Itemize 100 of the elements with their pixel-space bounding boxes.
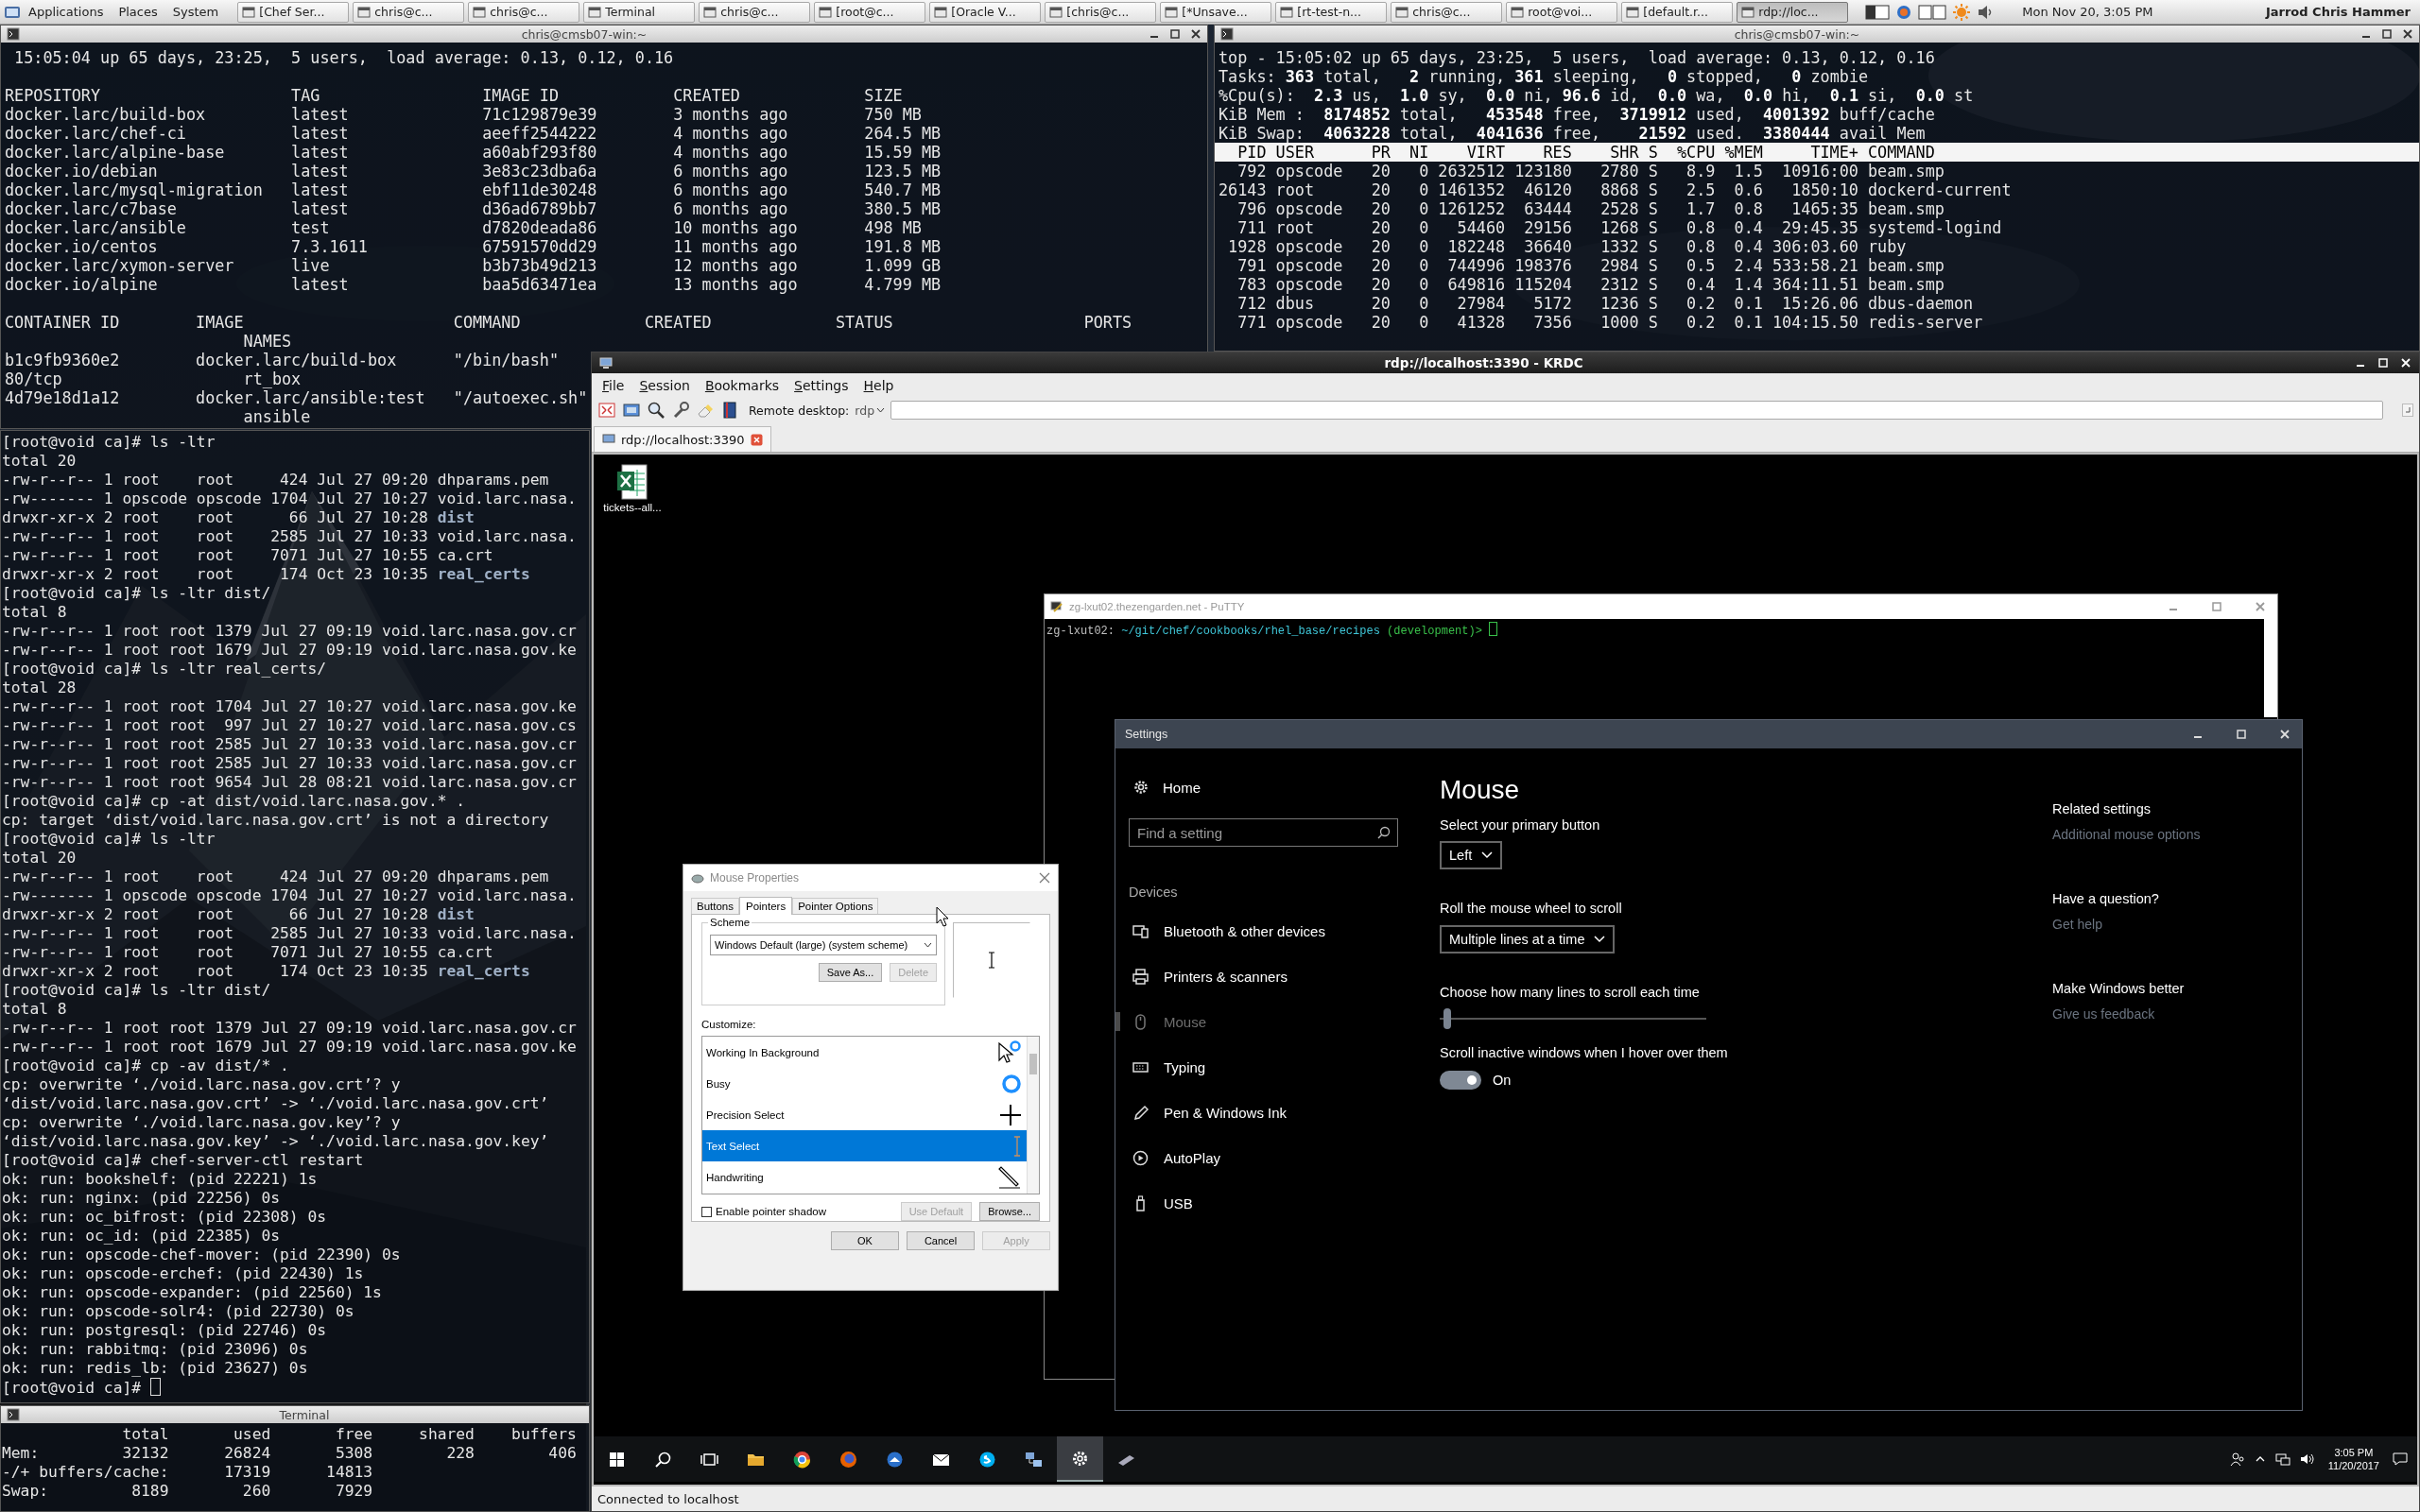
terminal-line: [root@void ca]# cp -av dist/* .: [2, 1057, 289, 1075]
menu-item[interactable]: File: [596, 377, 631, 393]
taskbar-button[interactable]: [1057, 1436, 1103, 1482]
menu-item[interactable]: Places: [111, 5, 165, 19]
link[interactable]: Additional mouse options: [2052, 827, 2201, 844]
spreadsheet-icon[interactable]: [616, 464, 648, 500]
terminal-line: ok: run: opscode-erchef: (pid 22430) 1s: [2, 1264, 364, 1283]
terminal-line: docker.io/centos 7.3.1611 67591570dd29 11 months ago 191.8 MB: [5, 237, 942, 256]
dialog-button[interactable]: Cancel: [907, 1231, 975, 1250]
screenshot-icon[interactable]: [622, 401, 641, 420]
volume-icon[interactable]: [2299, 1452, 2315, 1466]
tab[interactable]: Buttons: [691, 898, 739, 914]
maximize-icon[interactable]: [1169, 28, 1181, 40]
menu-item[interactable]: System: [164, 5, 227, 19]
terminal-line: drwxr-xr-x 2 root root 66 Jul 27 10:28 dist: [2, 508, 475, 527]
close-icon[interactable]: [1190, 28, 1201, 40]
taskbar-button[interactable]: root@voi...: [1506, 1, 1618, 23]
tab[interactable]: rdp://localhost:3390: [594, 426, 771, 452]
address-field[interactable]: [890, 401, 2383, 420]
taskbar-button[interactable]: chris@c...: [353, 1, 465, 23]
nav-item[interactable]: AutoPlay: [1129, 1135, 1412, 1180]
wrench-icon[interactable]: [671, 401, 690, 420]
protocol-dropdown[interactable]: rdp: [855, 403, 886, 418]
link[interactable]: Get help: [2052, 917, 2102, 934]
list-item[interactable]: Handwriting: [702, 1161, 1027, 1193]
terminal-line: ok: run: bookshelf: (pid 22221) 1s: [2, 1170, 318, 1189]
notification-icon[interactable]: [2393, 1452, 2408, 1467]
taskbar-button[interactable]: [Oracle V...: [929, 1, 1042, 23]
dropdown[interactable]: Multiple lines at a time: [1440, 925, 1616, 954]
menu-item[interactable]: Session: [632, 377, 697, 393]
icon-label[interactable]: tickets--all...: [603, 502, 662, 513]
taskbar-button[interactable]: [default.r...: [1621, 1, 1734, 23]
menu-item[interactable]: Applications: [21, 5, 112, 19]
nav-item[interactable]: Printers & scanners: [1129, 954, 1412, 999]
taskbar-button[interactable]: chris@c...: [1391, 1, 1503, 23]
nav-item[interactable]: Bluetooth & other devices: [1129, 908, 1412, 954]
home-link[interactable]: Home: [1129, 777, 1201, 798]
layout-icon[interactable]: [1865, 3, 1891, 21]
taskbar-button[interactable]: chris@c...: [699, 1, 811, 23]
browser-icon[interactable]: [1895, 3, 1913, 21]
search-icon: [1377, 826, 1391, 839]
terminal-line: cp: overwrite ‘./void.larc.nasa.gov.key’? y: [2, 1113, 401, 1132]
list-item[interactable]: Working In Background: [702, 1037, 1027, 1068]
search-field[interactable]: Find a setting: [1129, 818, 1398, 847]
fullscreen-icon[interactable]: [597, 401, 616, 420]
terminal-line: cp: target ‘dist/void.larc.nasa.gov.crt’ is not a directory: [2, 811, 549, 830]
toggle-switch[interactable]: [1440, 1071, 1481, 1090]
taskbar-button[interactable]: [chris@c...: [1045, 1, 1157, 23]
dialog-button[interactable]: OK: [831, 1231, 899, 1250]
terminal-line: KiB Swap: 4063228 total, 4041636 free, 21592 used. 3380444 avail Mem: [1219, 124, 1926, 143]
slider-thumb[interactable]: [1443, 1008, 1452, 1029]
menu-item[interactable]: Help: [856, 377, 901, 393]
dropdown[interactable]: Left: [1440, 841, 1503, 869]
nav-item[interactable]: USB: [1129, 1180, 1412, 1226]
network-icon[interactable]: [2274, 1452, 2290, 1466]
browse-button[interactable]: Browse...: [979, 1202, 1040, 1221]
taskbar-button[interactable]: [rt-test-n...: [1275, 1, 1388, 23]
clock-time[interactable]: 3:05 PM: [2334, 1446, 2374, 1459]
terminal-line: [root@void ca]# ls -ltr: [2, 433, 216, 452]
list-item[interactable]: Text Select: [702, 1130, 1027, 1161]
terminal-line: ok: run: postgresql: (pid 22746) 0s: [2, 1321, 327, 1340]
nav-item[interactable]: Pen & Windows Ink: [1129, 1090, 1412, 1135]
maximize-icon[interactable]: [2381, 28, 2393, 40]
terminal-icon: [1050, 600, 1063, 613]
menu-item[interactable]: Bookmarks: [698, 377, 786, 393]
taskbar-button[interactable]: chris@c...: [468, 1, 580, 23]
section-heading: Related settings: [2052, 801, 2151, 818]
list-item[interactable]: Precision Select: [702, 1099, 1027, 1130]
scrollbar[interactable]: [2264, 619, 2277, 717]
link[interactable]: Give us feedback: [2052, 1006, 2155, 1023]
terminal-line: total 28: [2, 679, 77, 697]
terminal-line: [root@void ca]# ls -ltr: [2, 830, 216, 849]
zoom-icon[interactable]: [647, 401, 666, 420]
terminal-line: ok: run: redis_lb: (pid 23627) 0s: [2, 1359, 308, 1378]
book-icon[interactable]: [720, 401, 739, 420]
taskbar-button[interactable]: rdp://loc...: [1737, 1, 1849, 23]
terminal-line: -/+ buffers/cache: 17319 14813: [2, 1463, 373, 1482]
terminal-line: ok: run: opscode-chef-mover: (pid 22390) 0s: [2, 1246, 401, 1264]
taskbar-button[interactable]: [root@c...: [814, 1, 926, 23]
tab[interactable]: Pointer Options: [792, 898, 879, 914]
clock-date[interactable]: 11/20/2017: [2327, 1459, 2379, 1472]
taskbar-button[interactable]: [*Unsave...: [1160, 1, 1272, 23]
save-as-button[interactable]: Save As...: [818, 963, 883, 982]
menu-item[interactable]: Settings: [787, 377, 856, 393]
nav-item[interactable]: Typing: [1129, 1044, 1412, 1090]
checkbox[interactable]: Enable pointer shadow: [701, 1206, 826, 1217]
user-name[interactable]: Jarrod Chris Hammer: [2265, 5, 2411, 19]
close-icon[interactable]: [2402, 28, 2413, 40]
taskbar-button[interactable]: [Chef Ser...: [237, 1, 350, 23]
tab[interactable]: Pointers: [739, 897, 793, 915]
list-item[interactable]: Busy: [702, 1068, 1027, 1099]
terminal-icon: [7, 1408, 20, 1421]
terminal-line: total 8: [2, 1000, 67, 1019]
people-icon[interactable]: [2229, 1452, 2245, 1467]
taskbar-button[interactable]: Terminal: [583, 1, 696, 23]
dropdown[interactable]: Windows Default (large) (system scheme): [710, 935, 937, 955]
window-grid-icon[interactable]: [1918, 3, 1947, 21]
scrollbar[interactable]: [1027, 1037, 1039, 1194]
window-icon: [357, 5, 372, 19]
page-title: Mouse: [1440, 774, 1520, 806]
